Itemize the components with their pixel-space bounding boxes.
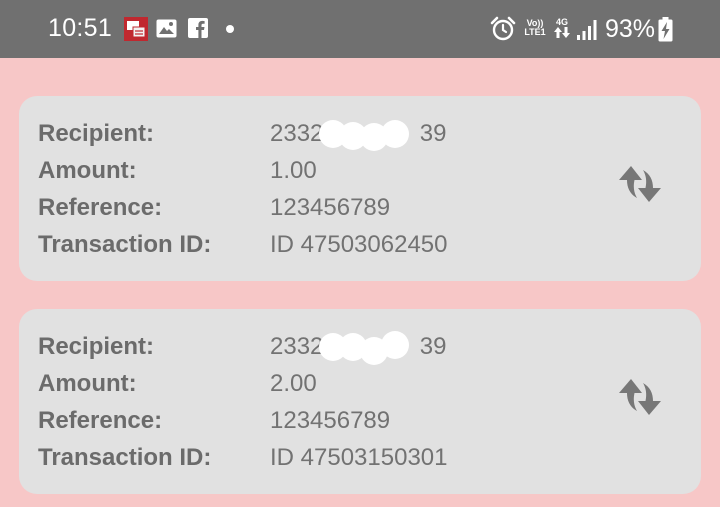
mail-icon xyxy=(124,17,148,41)
data-gen-label: 4G xyxy=(555,17,568,27)
battery-percent: 93% xyxy=(605,15,656,43)
refresh-icon[interactable] xyxy=(615,371,667,423)
amount-value: 1.00 xyxy=(270,157,317,184)
facebook-icon xyxy=(188,18,208,38)
recipient-suffix: 39 xyxy=(419,120,447,147)
amount-value: 2.00 xyxy=(270,370,317,397)
volte-bottom-label: LTE1 xyxy=(524,27,546,37)
transaction-card[interactable]: Recipient: 23324 39 Amount: 1.00 Referenc… xyxy=(19,96,701,281)
amount-label: Amount: xyxy=(38,157,137,184)
reference-label: Reference: xyxy=(38,407,163,434)
reference-value: 123456789 xyxy=(270,407,391,434)
volte-icon: Vo)) LTE1 xyxy=(520,19,550,37)
dot-icon xyxy=(226,25,234,33)
data-icon: 4G xyxy=(552,18,572,40)
battery-charging-icon xyxy=(658,17,673,42)
alarm-icon xyxy=(490,16,516,41)
transaction-id-label: Transaction ID: xyxy=(38,231,212,258)
redaction-mark xyxy=(319,118,411,152)
recipient-suffix: 39 xyxy=(419,333,447,360)
redaction-mark xyxy=(319,331,411,365)
reference-value: 123456789 xyxy=(270,194,391,221)
status-time: 10:51 xyxy=(48,14,113,42)
status-bar: 10:51 Vo)) LTE1 4G 93% xyxy=(0,0,720,58)
transaction-id-value: ID 47503062450 xyxy=(270,231,448,258)
transaction-id-value: ID 47503150301 xyxy=(270,444,448,471)
recipient-label: Recipient: xyxy=(38,120,155,147)
image-icon xyxy=(156,19,177,38)
transaction-list: Recipient: 23324 39 Amount: 1.00 Referenc… xyxy=(0,58,720,507)
recipient-label: Recipient: xyxy=(38,333,155,360)
transaction-card[interactable]: Recipient: 23324 39 Amount: 2.00 Referenc… xyxy=(19,309,701,494)
reference-label: Reference: xyxy=(38,194,163,221)
refresh-icon[interactable] xyxy=(615,158,667,210)
amount-label: Amount: xyxy=(38,370,137,397)
data-arrows-icon xyxy=(554,27,570,38)
transaction-id-label: Transaction ID: xyxy=(38,444,212,471)
signal-icon xyxy=(577,20,597,40)
